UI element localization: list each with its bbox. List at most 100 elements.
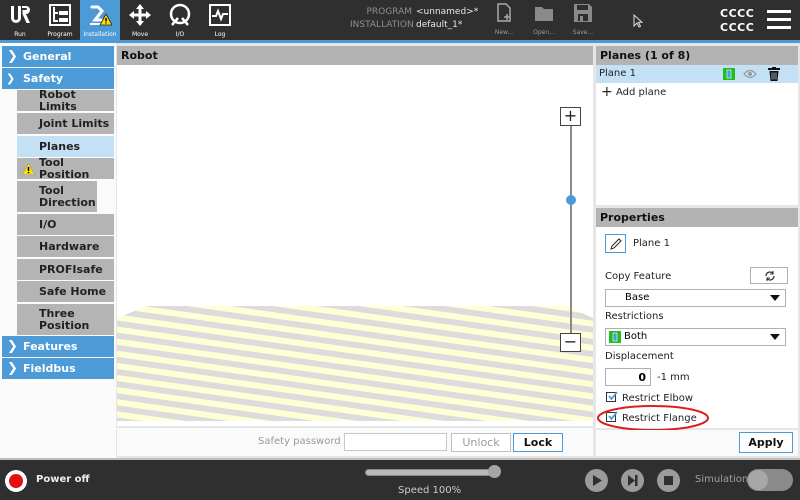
restrictions-dropdown[interactable]: Both	[605, 328, 786, 346]
tab-io[interactable]: I/O	[160, 0, 200, 40]
trash-icon[interactable]	[768, 67, 780, 81]
sidebar-item-tool-position[interactable]: Tool Position	[17, 155, 114, 181]
sidebar-group-label: Safety	[23, 72, 64, 85]
zoom-in-button[interactable]: +	[560, 107, 581, 126]
refresh-button[interactable]	[750, 267, 788, 284]
sidebar-item-label: Three Position	[39, 306, 90, 332]
safety-password-label: Safety password	[258, 436, 341, 447]
open-button[interactable]: Open...	[524, 3, 564, 39]
play-button[interactable]	[585, 469, 608, 492]
warning-icon	[22, 163, 35, 175]
program-info: PROGRAM <unnamed>* INSTALLATION default_1*	[350, 6, 478, 32]
apply-button[interactable]: Apply	[739, 432, 793, 453]
sidebar-item-robot-limits[interactable]: Robot Limits	[17, 88, 114, 112]
sidebar-item-three-position[interactable]: Three Position	[17, 304, 114, 335]
tab-installation-label: Installation	[83, 31, 117, 38]
simulation-toggle[interactable]	[747, 469, 793, 491]
robot-view-title: Robot	[117, 46, 593, 65]
new-file-icon	[497, 3, 511, 22]
safety-password-bar: Safety password Unlock Lock	[117, 428, 593, 456]
save-button-label: Save...	[572, 29, 594, 36]
top-bar: Run Program Installation Move I/O Log PR…	[0, 0, 800, 40]
sidebar-item-label: Safe Home	[39, 284, 107, 298]
chevron-right-icon: ❯	[7, 49, 18, 64]
mouse-cursor-icon	[633, 14, 643, 28]
sidebar-item-label: Tool Direction	[39, 183, 96, 209]
chevron-down-icon: ❯	[6, 72, 16, 85]
displacement-unit: -1 mm	[657, 372, 690, 383]
installation-name: default_1*	[416, 20, 463, 30]
copy-feature-value: Base	[625, 292, 650, 303]
zoom-slider-track[interactable]	[570, 126, 572, 340]
stop-icon	[664, 476, 673, 485]
tab-program-label: Program	[47, 31, 73, 38]
apply-bar: Apply	[596, 430, 798, 456]
sidebar-group-label: Fieldbus	[23, 362, 76, 375]
sidebar-group-safety[interactable]: ❯ Safety	[2, 68, 114, 89]
open-button-label: Open...	[533, 29, 555, 36]
plus-icon: +	[601, 84, 613, 100]
speed-slider[interactable]	[365, 469, 495, 476]
status-line-1: CCCC	[720, 7, 755, 20]
power-button-icon[interactable]	[5, 470, 27, 492]
floppy-disk-icon	[574, 4, 592, 22]
sidebar-item-joint-limits[interactable]: Joint Limits	[17, 113, 114, 134]
sidebar-item-planes[interactable]: Planes	[17, 136, 114, 157]
step-button[interactable]	[621, 469, 644, 492]
chevron-right-icon: ❯	[7, 339, 18, 354]
log-waveform-icon	[209, 4, 231, 26]
speed-label: Speed 100%	[398, 485, 462, 496]
sidebar-group-features[interactable]: ❯ Features	[2, 336, 114, 357]
sidebar-item-io[interactable]: I/O	[17, 214, 114, 235]
eye-icon[interactable]	[743, 69, 757, 79]
sidebar-item-profisafe[interactable]: PROFIsafe	[17, 259, 114, 280]
sidebar-item-hardware[interactable]: Hardware	[17, 236, 114, 257]
add-plane-button[interactable]: + Add plane	[596, 83, 798, 102]
plane-list-item[interactable]: Plane 1	[596, 65, 798, 83]
sidebar-item-label: Hardware	[39, 239, 100, 253]
tab-log[interactable]: Log	[200, 0, 240, 40]
robot-3d-viewport[interactable]	[117, 66, 593, 426]
sidebar: ❯ General ❯ Safety Robot Limits Joint Li…	[0, 43, 116, 458]
sidebar-group-fieldbus[interactable]: ❯ Fieldbus	[2, 358, 114, 379]
chevron-right-icon: ❯	[7, 361, 18, 376]
new-button-label: New...	[494, 29, 514, 36]
add-plane-label: Add plane	[616, 87, 667, 98]
highlight-ellipse-annotation	[597, 405, 709, 431]
restrict-elbow-checkbox[interactable]: Restrict Elbow	[606, 391, 693, 404]
speed-slider-handle[interactable]	[488, 465, 501, 478]
new-button[interactable]: New...	[484, 3, 524, 39]
program-name: <unnamed>*	[416, 7, 479, 17]
robot-arm-warning-icon	[90, 5, 112, 26]
planes-title: Planes (1 of 8)	[596, 46, 798, 65]
properties-panel: Properties Plane 1 Copy Feature Base Res…	[596, 208, 798, 431]
zoom-out-button[interactable]: −	[560, 333, 581, 352]
installation-key: INSTALLATION	[350, 20, 414, 30]
tab-move[interactable]: Move	[120, 0, 160, 40]
sidebar-item-safe-home[interactable]: Safe Home	[17, 281, 114, 302]
displacement-input[interactable]	[605, 368, 651, 386]
sidebar-group-general[interactable]: ❯ General	[2, 46, 114, 67]
simulation-label: Simulation	[695, 474, 749, 485]
safety-password-input[interactable]	[344, 433, 447, 451]
sidebar-group-label: Features	[23, 340, 78, 353]
lock-button[interactable]: Lock	[513, 433, 563, 452]
sidebar-item-label: Tool Position	[39, 155, 90, 181]
caret-down-icon	[770, 295, 780, 301]
refresh-icon	[765, 271, 775, 281]
tab-installation[interactable]: Installation	[80, 0, 120, 40]
tab-program[interactable]: Program	[40, 0, 80, 40]
rename-button[interactable]	[605, 234, 626, 253]
stop-button[interactable]	[657, 469, 680, 492]
sidebar-group-label: General	[23, 50, 72, 63]
sidebar-item-tool-direction[interactable]: Tool Direction	[17, 181, 97, 212]
restriction-both-icon	[609, 331, 621, 343]
hamburger-menu-icon[interactable]	[767, 10, 791, 30]
unlock-button[interactable]: Unlock	[451, 433, 511, 452]
zoom-slider-handle[interactable]	[566, 194, 576, 205]
sidebar-item-label: I/O	[39, 217, 57, 231]
tab-run[interactable]: Run	[0, 0, 40, 40]
save-button[interactable]: Save...	[563, 3, 603, 39]
copy-feature-dropdown[interactable]: Base	[605, 289, 786, 307]
robot-status: CCCC CCCC	[720, 7, 754, 35]
